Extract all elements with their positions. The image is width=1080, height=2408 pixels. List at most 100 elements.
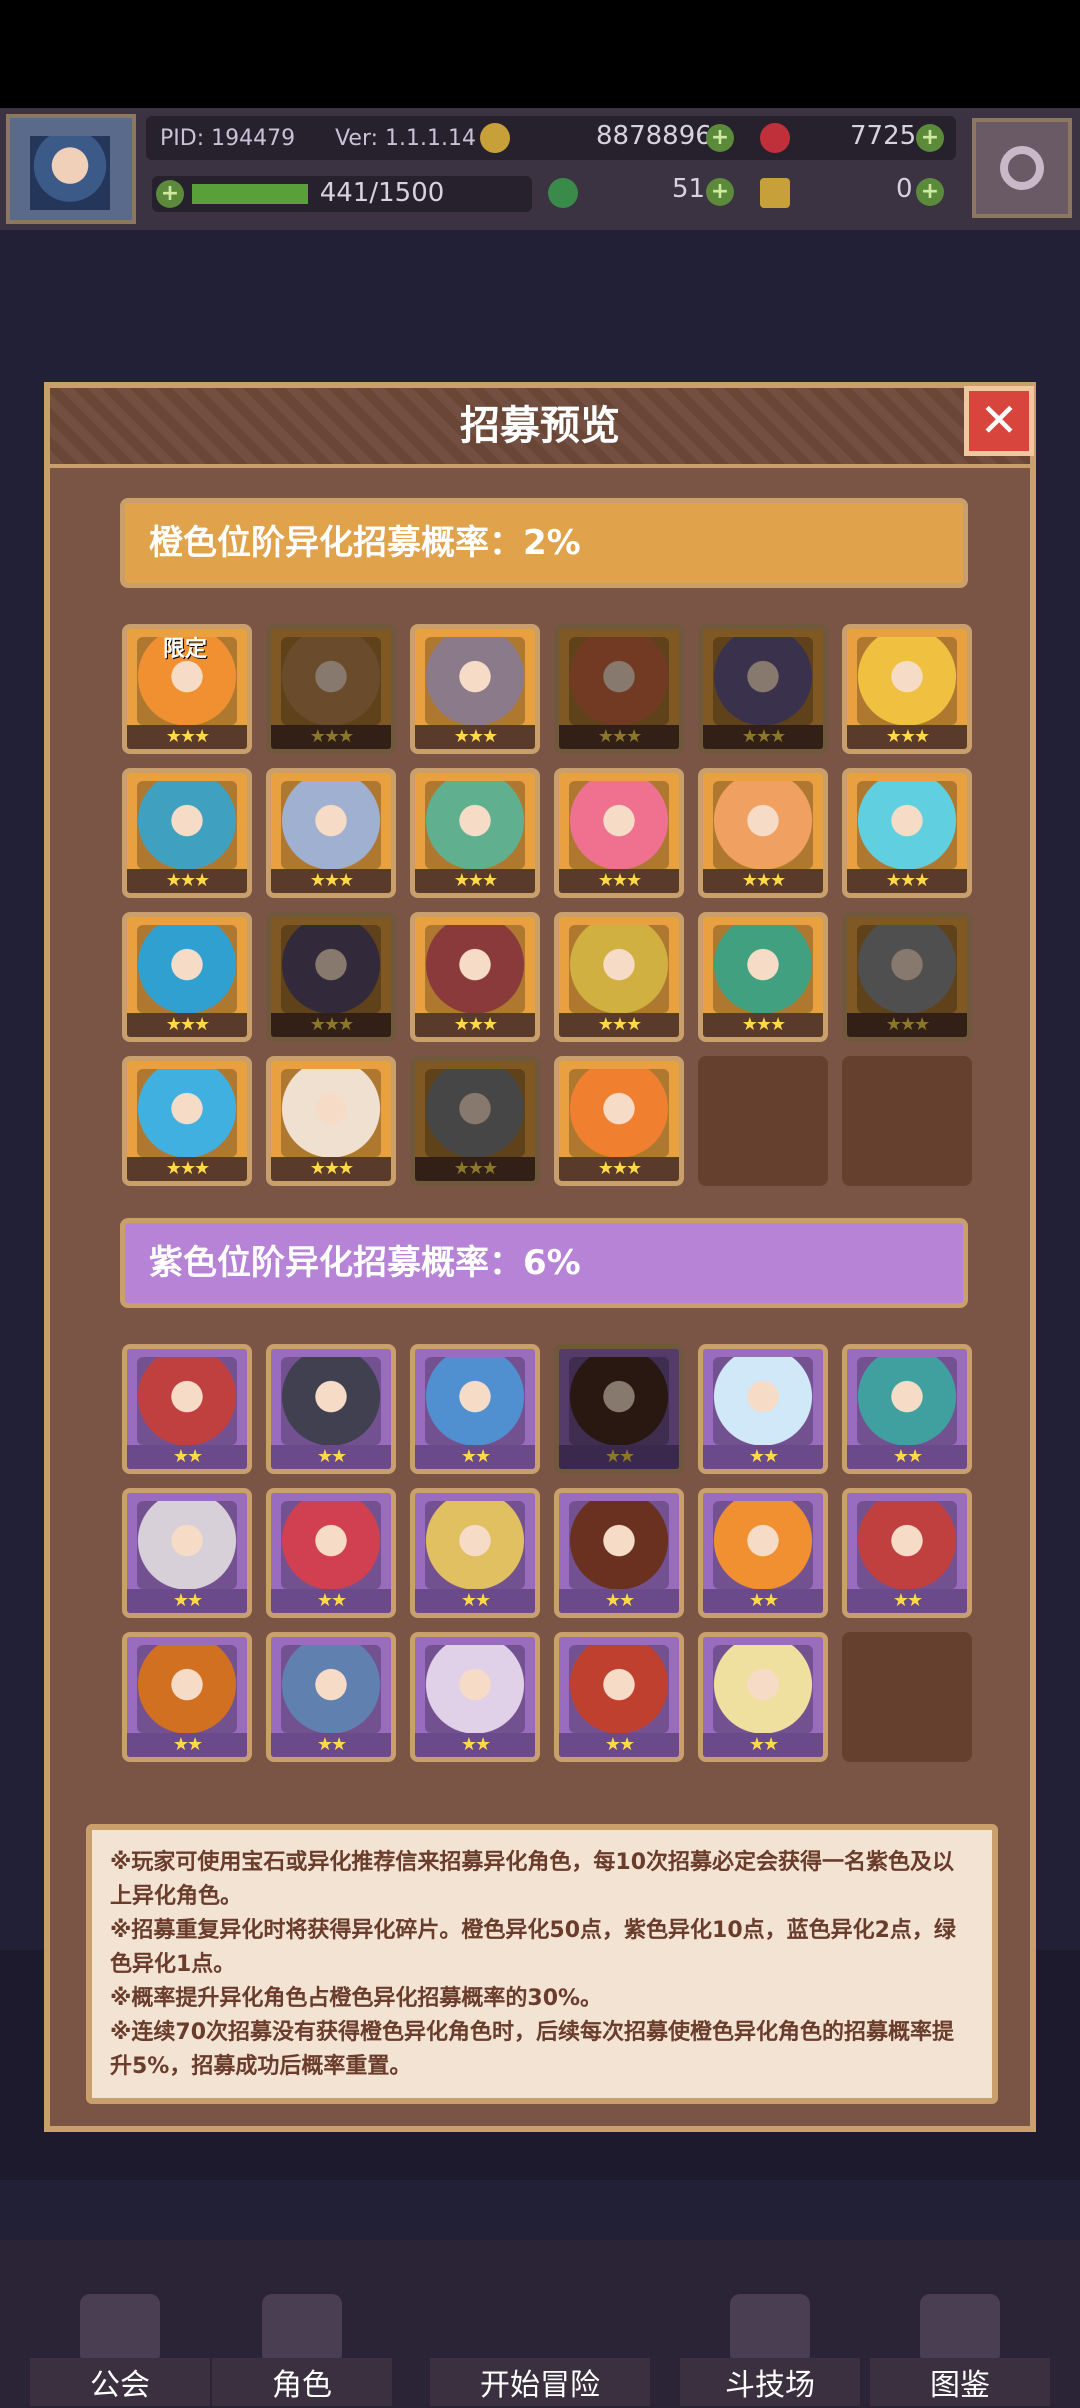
character-card[interactable]: ★★ (410, 1488, 540, 1618)
character-card[interactable]: ★★★ (410, 768, 540, 898)
nav-arena[interactable]: 斗技场 (680, 2290, 860, 2408)
character-card[interactable]: ★★ (266, 1488, 396, 1618)
character-card[interactable]: ★★ (554, 1488, 684, 1618)
add-key-button[interactable]: + (916, 178, 944, 206)
character-card[interactable]: ★★★ (266, 1056, 396, 1186)
add-gem-button[interactable]: + (916, 124, 944, 152)
character-card[interactable]: ★★★ (266, 912, 396, 1042)
orange-rate-header: 橙色位阶异化招募概率：2% (120, 498, 968, 588)
character-card[interactable]: ★★★ (122, 1056, 252, 1186)
character-card[interactable]: ★★ (122, 1488, 252, 1618)
star-rating: ★★ (127, 1733, 247, 1757)
recruit-preview-modal: 招募预览 ✕ 橙色位阶异化招募概率：2% 限定 ★★★ ★★★ ★★★ ★★★ ★★★ ★★… (44, 382, 1036, 2132)
character-card[interactable]: ★★★ (410, 1056, 540, 1186)
character-card[interactable]: ★★★ (266, 624, 396, 754)
character-card[interactable]: ★★★ (554, 912, 684, 1042)
character-card[interactable]: ★★ (122, 1344, 252, 1474)
star-rating: ★★★ (127, 869, 247, 893)
character-portrait (713, 1501, 813, 1589)
character-portrait (425, 781, 525, 869)
character-card[interactable]: ★★★ (554, 624, 684, 754)
character-card[interactable]: ★★ (698, 1344, 828, 1474)
character-card[interactable]: 限定 ★★★ (122, 624, 252, 754)
character-portrait (713, 1645, 813, 1733)
star-rating: ★★★ (415, 869, 535, 893)
character-portrait (713, 637, 813, 725)
character-card[interactable]: ★★★ (842, 624, 972, 754)
character-card[interactable]: ★★ (698, 1632, 828, 1762)
character-portrait (137, 1501, 237, 1589)
nav-guild[interactable]: 公会 (30, 2290, 210, 2408)
gold-amount: 8878896 (596, 121, 712, 151)
character-card[interactable]: ★★ (122, 1632, 252, 1762)
character-card[interactable]: ★★★ (698, 624, 828, 754)
star-rating: ★★ (559, 1733, 679, 1757)
settings-button[interactable] (972, 118, 1072, 218)
star-rating: ★★ (127, 1445, 247, 1469)
character-card[interactable]: ★★ (410, 1632, 540, 1762)
character-portrait (569, 1357, 669, 1445)
character-card[interactable]: ★★★ (842, 912, 972, 1042)
note-3: ※概率提升异化角色占橙色异化招募概率的30%。 (110, 1986, 603, 2011)
gem-amount: 7725 (850, 121, 917, 151)
nav-codex[interactable]: 图鉴 (870, 2290, 1050, 2408)
note-4: ※连续70次招募没有获得橙色异化角色时，后续每次招募使橙色异化角色的招募概率提升… (110, 2020, 955, 2079)
character-card[interactable]: ★★★ (698, 768, 828, 898)
star-rating: ★★ (415, 1445, 535, 1469)
nav-start-adventure[interactable]: 开始冒险 (430, 2290, 650, 2408)
character-card[interactable]: ★★ (842, 1488, 972, 1618)
character-card[interactable]: ★★★ (698, 912, 828, 1042)
character-card[interactable]: ★★ (698, 1488, 828, 1618)
purple-rate-header: 紫色位阶异化招募概率：6% (120, 1218, 968, 1308)
purple-character-grid: ★★ ★★ ★★ ★★ ★★ ★★ ★★ ★★ ★★ ★★ ★★ ★★ ★★ ★★ ★★ ★★ ★★ (122, 1344, 972, 1762)
star-rating: ★★ (847, 1589, 967, 1613)
character-card[interactable]: ★★★ (122, 912, 252, 1042)
character-portrait (569, 1501, 669, 1589)
avatar-portrait (30, 136, 110, 210)
clover-amount: 51 (672, 174, 706, 204)
xp-text: 441/1500 (319, 178, 445, 208)
character-card[interactable]: ★★★ (554, 768, 684, 898)
character-card[interactable]: ★★★ (122, 768, 252, 898)
character-portrait (713, 781, 813, 869)
empty-slot (698, 1056, 828, 1186)
character-card[interactable]: ★★★ (410, 624, 540, 754)
character-icon (262, 2294, 342, 2364)
character-card[interactable]: ★★ (554, 1344, 684, 1474)
character-card[interactable]: ★★★ (554, 1056, 684, 1186)
character-portrait (569, 637, 669, 725)
star-rating: ★★★ (847, 1013, 967, 1037)
character-portrait (137, 925, 237, 1013)
book-icon (920, 2294, 1000, 2364)
character-card[interactable]: ★★★ (266, 768, 396, 898)
character-portrait (137, 1645, 237, 1733)
star-rating: ★★★ (127, 1157, 247, 1181)
add-clover-button[interactable]: + (706, 178, 734, 206)
star-rating: ★★ (271, 1589, 391, 1613)
character-card[interactable]: ★★ (842, 1344, 972, 1474)
star-rating: ★★★ (703, 869, 823, 893)
star-rating: ★★★ (559, 1157, 679, 1181)
status-bar (0, 0, 1080, 108)
star-rating: ★★★ (559, 1013, 679, 1037)
character-card[interactable]: ★★★ (410, 912, 540, 1042)
close-button[interactable]: ✕ (964, 386, 1034, 456)
character-portrait (569, 1645, 669, 1733)
player-avatar[interactable] (6, 114, 136, 224)
character-portrait (281, 1501, 381, 1589)
character-card[interactable]: ★★★ (842, 768, 972, 898)
character-card[interactable]: ★★ (410, 1344, 540, 1474)
star-rating: ★★★ (847, 869, 967, 893)
character-card[interactable]: ★★ (554, 1632, 684, 1762)
character-portrait (281, 1645, 381, 1733)
character-card[interactable]: ★★ (266, 1632, 396, 1762)
star-rating: ★★★ (271, 1157, 391, 1181)
add-gold-button[interactable]: + (706, 124, 734, 152)
star-rating: ★★ (559, 1445, 679, 1469)
character-portrait (569, 925, 669, 1013)
gear-icon (1000, 146, 1044, 190)
nav-character[interactable]: 角色 (212, 2290, 392, 2408)
character-card[interactable]: ★★ (266, 1344, 396, 1474)
character-portrait (569, 781, 669, 869)
character-portrait (137, 1069, 237, 1157)
